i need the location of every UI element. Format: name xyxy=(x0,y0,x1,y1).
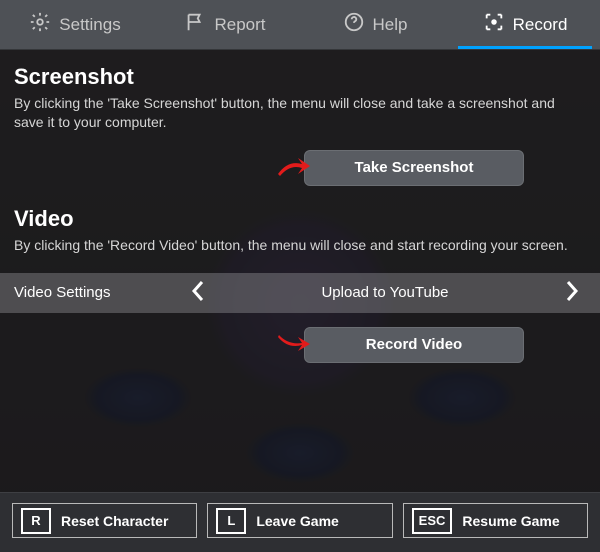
tab-label: Report xyxy=(214,15,265,35)
annotation-arrow-icon xyxy=(276,331,312,355)
reset-character-button[interactable]: R Reset Character xyxy=(12,503,197,538)
screenshot-description: By clicking the 'Take Screenshot' button… xyxy=(14,94,586,132)
video-action-row: Record Video xyxy=(14,327,586,363)
help-icon xyxy=(343,11,365,38)
menu-tabs: Settings Report Help Record xyxy=(0,0,600,50)
video-description: By clicking the 'Record Video' button, t… xyxy=(14,236,586,255)
gear-icon xyxy=(29,11,51,38)
tab-label: Record xyxy=(513,15,568,35)
record-icon xyxy=(483,11,505,38)
video-settings-prev[interactable] xyxy=(184,279,212,307)
button-label: Reset Character xyxy=(61,513,168,529)
key-hint: ESC xyxy=(412,508,453,534)
button-label: Leave Game xyxy=(256,513,339,529)
video-settings-row: Video Settings Upload to YouTube xyxy=(0,273,600,313)
flag-icon xyxy=(184,11,206,38)
tab-label: Settings xyxy=(59,15,120,35)
take-screenshot-button[interactable]: Take Screenshot xyxy=(304,150,524,186)
record-video-button[interactable]: Record Video xyxy=(304,327,524,363)
leave-game-button[interactable]: L Leave Game xyxy=(207,503,392,538)
tab-help[interactable]: Help xyxy=(300,0,450,49)
annotation-arrow-icon xyxy=(276,154,312,178)
key-hint: R xyxy=(21,508,51,534)
screenshot-heading: Screenshot xyxy=(14,64,586,90)
button-label: Resume Game xyxy=(462,513,559,529)
chevron-left-icon xyxy=(190,279,206,307)
key-hint: L xyxy=(216,508,246,534)
tab-record[interactable]: Record xyxy=(450,0,600,49)
tab-label: Help xyxy=(373,15,408,35)
video-settings-label: Video Settings xyxy=(14,284,184,301)
chevron-right-icon xyxy=(564,279,580,307)
video-heading: Video xyxy=(14,206,586,232)
resume-game-button[interactable]: ESC Resume Game xyxy=(403,503,588,538)
video-settings-next[interactable] xyxy=(558,279,586,307)
content-area: Screenshot By clicking the 'Take Screens… xyxy=(0,50,600,492)
bottom-bar: R Reset Character L Leave Game ESC Resum… xyxy=(0,492,600,552)
screenshot-action-row: Take Screenshot xyxy=(14,150,586,186)
record-menu: Settings Report Help Record Screenshot B… xyxy=(0,0,600,552)
tab-settings[interactable]: Settings xyxy=(0,0,150,49)
tab-report[interactable]: Report xyxy=(150,0,300,49)
video-settings-value: Upload to YouTube xyxy=(212,284,558,301)
